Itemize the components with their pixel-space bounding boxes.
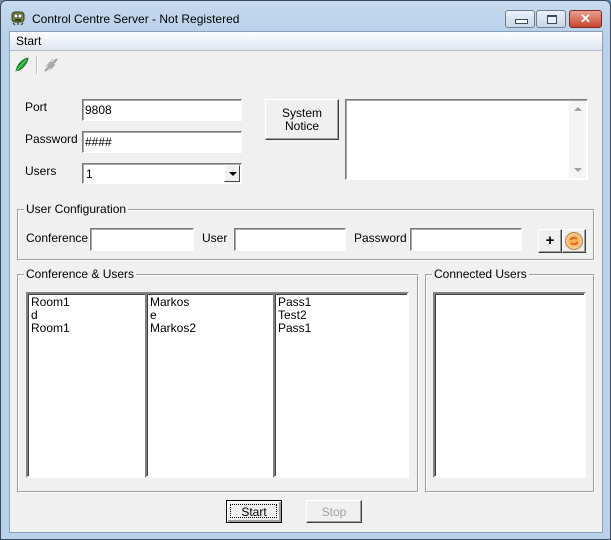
conference-input[interactable] — [90, 228, 194, 251]
conference-users-title: Conference & Users — [24, 267, 137, 281]
menu-start[interactable]: Start — [16, 34, 41, 48]
list-item[interactable]: Room1 — [31, 322, 142, 335]
toolbar-separator — [36, 56, 38, 74]
list-item[interactable]: Markos — [150, 296, 270, 309]
password-input[interactable] — [82, 131, 242, 153]
user-input[interactable] — [234, 228, 346, 251]
refresh-button[interactable] — [562, 229, 586, 253]
title-bar[interactable]: Control Centre Server - Not Registered ✕ — [1, 1, 610, 31]
conference-listbox[interactable]: Room1 d Room1 — [26, 292, 147, 478]
toolbar — [10, 51, 602, 79]
maximize-button[interactable] — [536, 10, 566, 28]
user-configuration-group: User Configuration Conference User Passw… — [17, 202, 594, 260]
minimize-icon — [515, 19, 528, 24]
add-user-button[interactable]: + — [538, 229, 562, 253]
port-label: Port — [25, 100, 48, 114]
user-label: User — [202, 231, 228, 245]
minimize-button[interactable] — [505, 10, 535, 28]
list-item[interactable]: Room1 — [31, 296, 142, 309]
system-notice-label-line1: System — [281, 105, 322, 120]
maximize-icon — [547, 15, 557, 24]
passwords-listbox[interactable]: Pass1 Test2 Pass1 — [273, 292, 409, 478]
conference-label: Conference — [26, 231, 89, 245]
config-password-label: Password — [354, 231, 407, 245]
list-item[interactable]: Pass1 — [278, 322, 404, 335]
users-label: Users — [25, 164, 57, 178]
connect-leaf-icon[interactable] — [13, 56, 31, 74]
notice-scrollbar[interactable] — [569, 101, 586, 178]
users-dropdown-value: 1 — [86, 167, 93, 181]
connected-users-title: Connected Users — [432, 267, 529, 281]
client-area: Start Port Password Users 1 System — [9, 31, 603, 533]
disconnect-plug-icon[interactable] — [42, 56, 60, 74]
connected-users-listbox[interactable] — [433, 292, 586, 478]
connected-users-group: Connected Users — [425, 267, 594, 492]
app-window: Control Centre Server - Not Registered ✕… — [0, 0, 611, 540]
port-input[interactable] — [82, 99, 242, 121]
system-notice-label-line2: Notice — [284, 118, 319, 133]
chevron-down-icon[interactable] — [224, 165, 240, 182]
users-dropdown[interactable]: 1 — [82, 163, 242, 184]
conference-users-group: Conference & Users Room1 d Room1 Markos … — [17, 267, 418, 492]
refresh-icon — [565, 232, 583, 250]
system-notice-textarea[interactable] — [345, 99, 588, 180]
close-button[interactable]: ✕ — [569, 10, 602, 28]
menu-bar: Start — [10, 32, 602, 51]
system-notice-button[interactable]: System Notice — [265, 99, 339, 140]
config-password-input[interactable] — [410, 228, 522, 251]
list-item[interactable]: Markos2 — [150, 322, 270, 335]
window-title: Control Centre Server - Not Registered — [32, 12, 240, 26]
start-button[interactable]: Start — [226, 500, 282, 523]
app-icon — [11, 11, 25, 26]
password-label: Password — [25, 132, 78, 146]
user-configuration-title: User Configuration — [24, 202, 129, 216]
scroll-up-icon[interactable] — [569, 101, 586, 118]
focus-rectangle — [230, 504, 277, 518]
stop-button[interactable]: Stop — [306, 500, 362, 523]
scroll-down-icon[interactable] — [569, 161, 586, 178]
close-icon: ✕ — [580, 11, 591, 26]
users-listbox[interactable]: Markos e Markos2 — [145, 292, 275, 478]
